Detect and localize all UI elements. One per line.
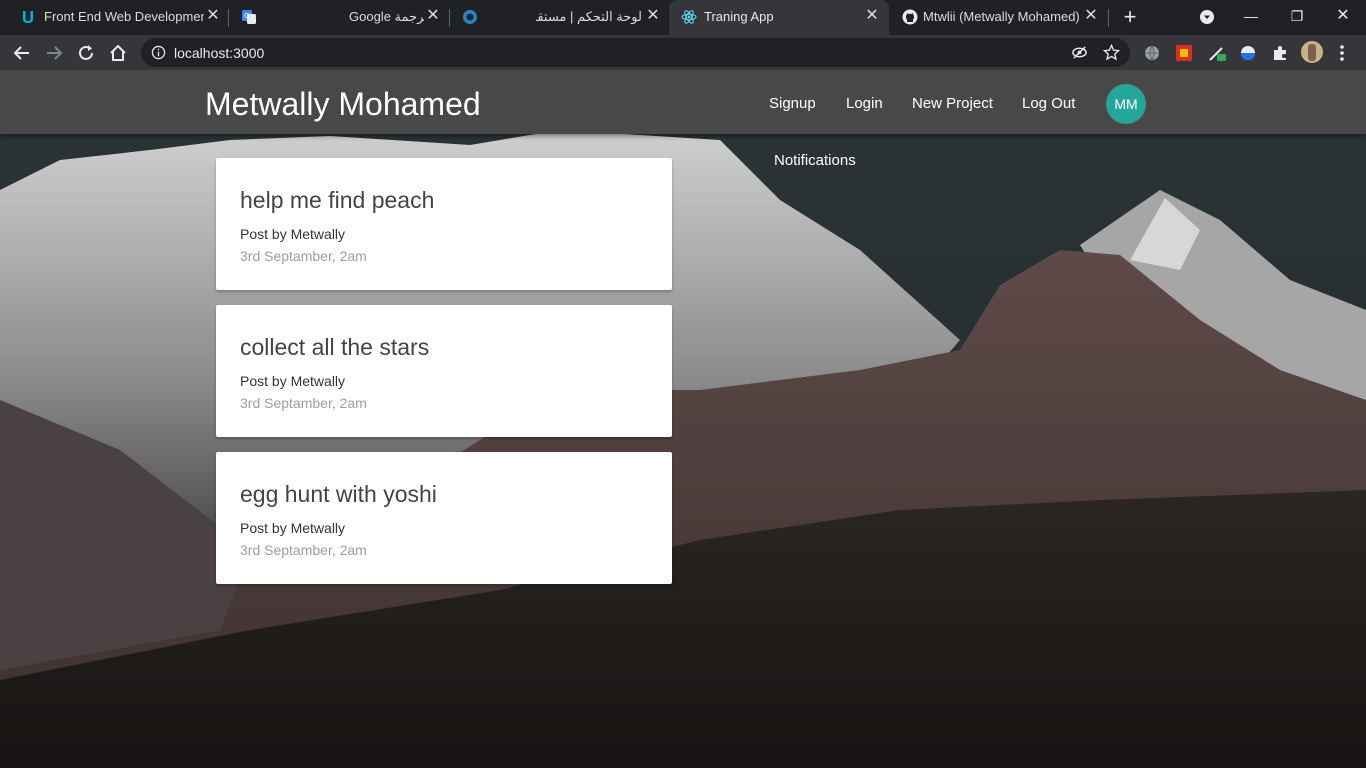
forward-arrow-icon[interactable]: [43, 42, 65, 64]
project-card[interactable]: egg hunt with yoshi Post by Metwally 3rd…: [216, 452, 672, 584]
project-date: 3rd Septamber, 2am: [240, 248, 367, 264]
project-date: 3rd Septamber, 2am: [240, 395, 367, 411]
project-title[interactable]: egg hunt with yoshi: [240, 479, 437, 509]
svg-text:G: G: [244, 12, 249, 20]
extension-pen-icon[interactable]: [1208, 44, 1226, 62]
tab-github-profile[interactable]: Mtwlii (Metwally Mohamed) ✕: [890, 0, 1110, 35]
udacity-icon: [23, 11, 33, 23]
project-date: 3rd Septamber, 2am: [240, 542, 367, 558]
tracking-eye-off-icon[interactable]: [1071, 44, 1088, 61]
project-card[interactable]: collect all the stars Post by Metwally 3…: [216, 305, 672, 437]
site-info-icon[interactable]: [151, 45, 166, 60]
browser-tab-strip: Front End Web Development ✕ G Google ترج…: [0, 0, 1366, 35]
mostaql-icon: [463, 10, 477, 24]
tab-title: Traning App: [704, 9, 774, 24]
logout-link[interactable]: Log Out: [1022, 94, 1075, 114]
close-tab-icon[interactable]: ✕: [425, 8, 441, 24]
url-text: localhost:3000: [174, 45, 265, 61]
address-bar[interactable]: localhost:3000: [141, 38, 1130, 67]
tab-google-translate[interactable]: G Google ترجمة ✕: [229, 0, 449, 35]
brand-logo-text[interactable]: Metwally Mohamed: [205, 84, 481, 124]
kebab-menu-icon[interactable]: [1339, 44, 1345, 62]
tab-title: Mtwlii (Metwally Mohamed): [923, 9, 1080, 24]
tab-title: Front End Web Development: [44, 9, 204, 24]
login-link[interactable]: Login: [846, 94, 883, 114]
tab-divider: [1108, 9, 1109, 27]
mountain-background-image: [0, 70, 1366, 768]
project-author: Post by Metwally: [240, 373, 346, 389]
bookmark-star-icon[interactable]: [1103, 44, 1120, 61]
project-author: Post by Metwally: [240, 520, 346, 536]
close-tab-icon[interactable]: ✕: [205, 8, 221, 24]
restore-button[interactable]: ❐: [1274, 0, 1320, 32]
github-icon: [902, 9, 918, 25]
extension-half-circle-icon[interactable]: [1239, 44, 1257, 62]
google-translate-icon: G: [242, 10, 256, 24]
project-title[interactable]: collect all the stars: [240, 332, 429, 362]
project-card[interactable]: help me find peach Post by Metwally 3rd …: [216, 158, 672, 290]
user-avatar[interactable]: MM: [1106, 84, 1146, 124]
app-page: Metwally Mohamed Signup Login New Projec…: [0, 70, 1366, 768]
tab-traning-app[interactable]: Traning App ✕: [669, 0, 889, 35]
extensions-puzzle-icon[interactable]: [1271, 44, 1289, 62]
minimize-button[interactable]: —: [1228, 0, 1274, 32]
project-author: Post by Metwally: [240, 226, 346, 242]
browser-toolbar: localhost:3000: [0, 35, 1366, 70]
new-project-link[interactable]: New Project: [912, 94, 993, 114]
extension-globe-icon[interactable]: [1143, 44, 1161, 62]
tab-front-end-web-development[interactable]: Front End Web Development ✕: [8, 0, 228, 35]
close-window-button[interactable]: ✕: [1320, 0, 1366, 32]
project-title[interactable]: help me find peach: [240, 185, 434, 215]
close-tab-icon[interactable]: ✕: [645, 8, 661, 24]
tab-title: Google ترجمة: [349, 9, 424, 24]
close-tab-icon[interactable]: ✕: [1083, 8, 1099, 24]
react-icon: [681, 10, 697, 24]
close-tab-icon[interactable]: ✕: [864, 8, 880, 24]
new-tab-button[interactable]: +: [1120, 6, 1140, 28]
signup-link[interactable]: Signup: [769, 94, 816, 114]
profile-avatar[interactable]: [1301, 41, 1323, 63]
app-navbar: Metwally Mohamed Signup Login New Projec…: [0, 70, 1366, 134]
home-icon[interactable]: [107, 42, 129, 64]
notifications-heading: Notifications: [774, 152, 856, 169]
tab-search-icon[interactable]: [1200, 10, 1214, 24]
reload-icon[interactable]: [75, 42, 97, 64]
tab-mostaql-dashboard[interactable]: لوحة التحكم | مستقل ✕: [450, 0, 670, 35]
extension-red-icon[interactable]: [1175, 44, 1193, 62]
tab-title: لوحة التحكم | مستقل: [536, 9, 642, 24]
back-arrow-icon[interactable]: [11, 42, 33, 64]
